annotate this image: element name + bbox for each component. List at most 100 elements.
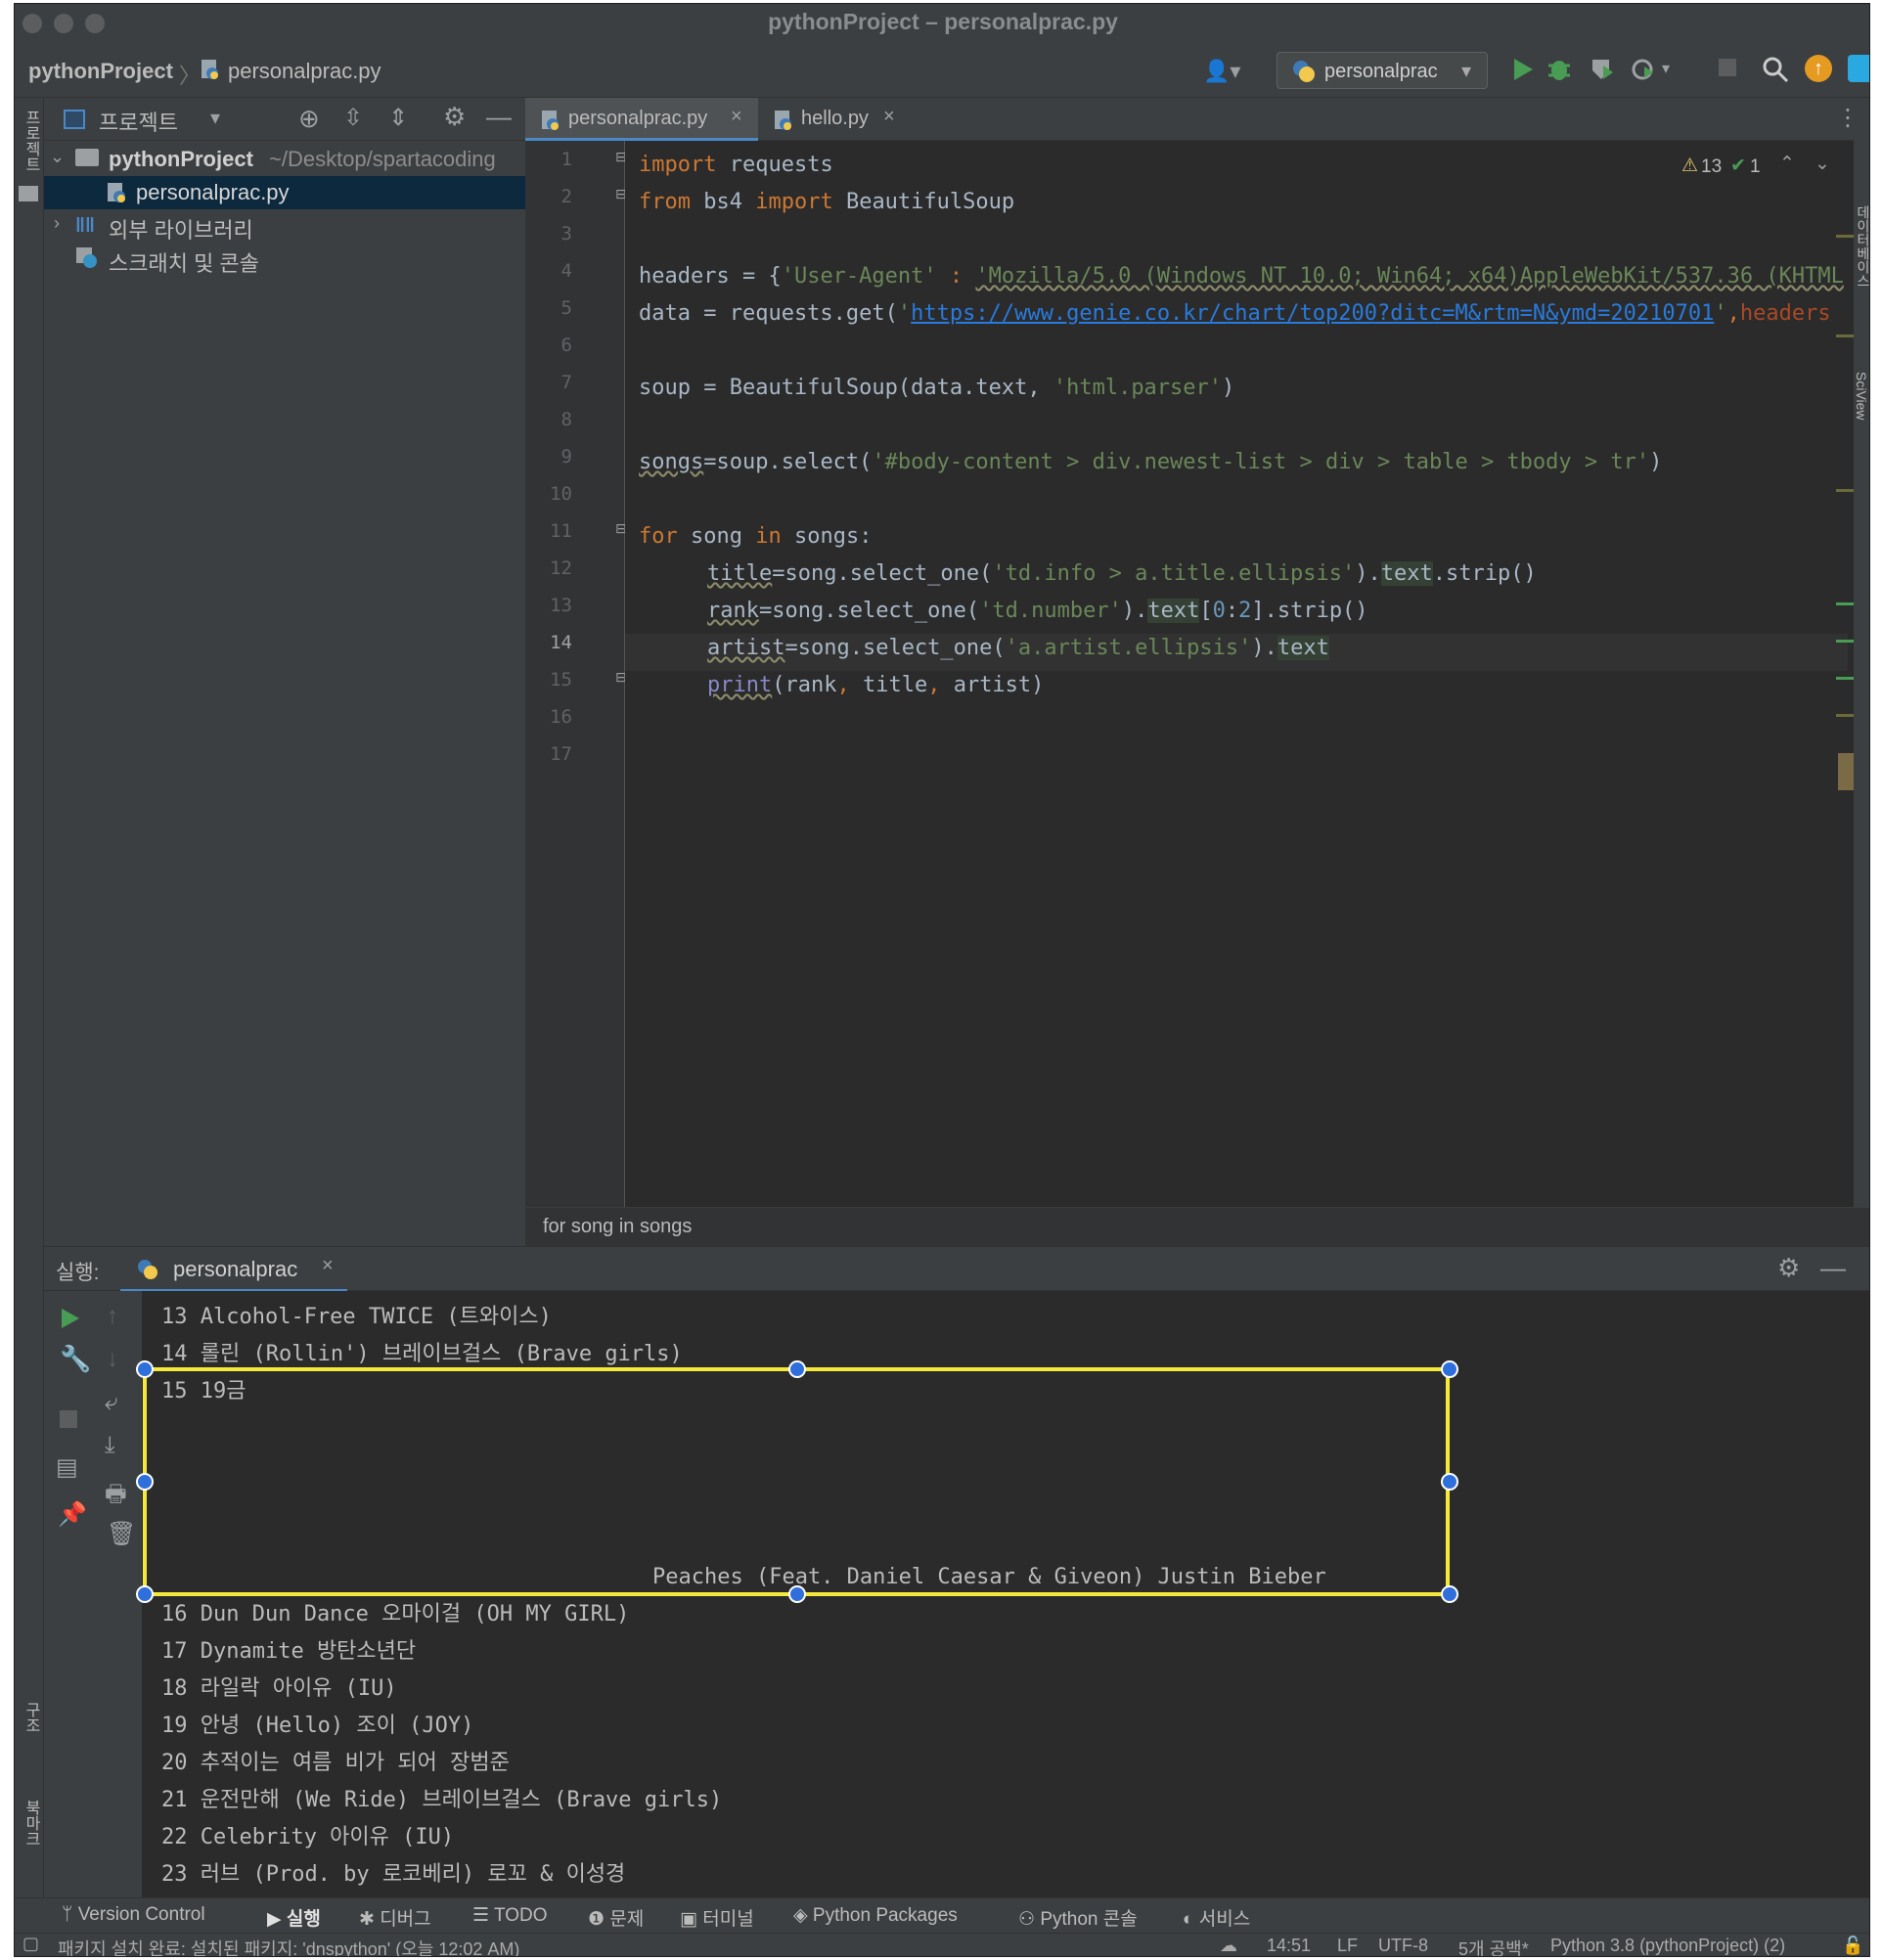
library-icon: ǁǁ: [75, 215, 95, 237]
collapse-all-icon[interactable]: ⇕: [388, 104, 408, 132]
chevron-down-icon[interactable]: ⌄: [1815, 153, 1830, 175]
chevron-down-icon[interactable]: ▾: [210, 106, 220, 130]
close-icon[interactable]: ×: [731, 106, 742, 128]
code-editor[interactable]: import requests from bs4 import Beautifu…: [625, 141, 1869, 1207]
resize-handle[interactable]: [136, 1585, 154, 1603]
run-config-select[interactable]: personalprac ▾: [1277, 52, 1488, 89]
tab-todo[interactable]: ☰ TODO: [472, 1904, 548, 1927]
resize-handle[interactable]: [1441, 1585, 1458, 1603]
debug-icon[interactable]: [1546, 56, 1572, 88]
locate-icon[interactable]: ⊕: [298, 104, 320, 134]
tree-root[interactable]: ⌄ pythonProject ~/Desktop/spartacoding: [44, 143, 525, 176]
stop-icon[interactable]: [1719, 59, 1736, 76]
coverage-icon[interactable]: [1590, 57, 1615, 87]
toggle-tool-windows-icon[interactable]: ▢: [22, 1934, 39, 1954]
chevron-up-icon[interactable]: ⌃: [1779, 153, 1795, 175]
change-marker[interactable]: [1836, 677, 1856, 680]
line-separator[interactable]: LF: [1337, 1936, 1358, 1956]
code-line-9: songs=soup.select('#body-content > div.n…: [639, 450, 1663, 474]
plugin-icon[interactable]: [1848, 55, 1869, 82]
arrow-up-icon[interactable]: ↑: [107, 1303, 118, 1330]
annotation-selection-box[interactable]: [143, 1367, 1450, 1596]
line-number: 6: [560, 334, 572, 356]
terminal-icon: ▣: [680, 1909, 703, 1930]
warning-marker[interactable]: [1836, 489, 1856, 492]
gear-icon[interactable]: ⚙: [443, 102, 466, 132]
change-marker[interactable]: [1836, 640, 1856, 643]
tree-external-libraries[interactable]: › ǁǁ 외부 라이브러리: [44, 209, 525, 243]
code-line-7: soup = BeautifulSoup(data.text, 'html.pa…: [639, 376, 1235, 400]
arrow-down-icon[interactable]: ↓: [107, 1346, 118, 1373]
hide-panel-icon[interactable]: —: [1820, 1253, 1846, 1283]
tab-hello[interactable]: hello.py ×: [758, 98, 915, 141]
tab-personalprac[interactable]: personalprac.py ×: [525, 98, 758, 141]
sync-icon[interactable]: ☁: [1220, 1936, 1237, 1956]
stop-icon[interactable]: [60, 1410, 77, 1428]
caret-position[interactable]: 14:51: [1267, 1936, 1311, 1956]
inspection-widget[interactable]: ⚠ 13 ✔ 1 ⌃ ⌄: [1681, 153, 1854, 182]
structure-tool-tab[interactable]: 구조: [19, 1702, 42, 1733]
pin-icon[interactable]: 📌: [58, 1500, 87, 1529]
update-icon[interactable]: ↑: [1805, 55, 1832, 82]
tab-services[interactable]: ◐ 서비스: [1183, 1904, 1250, 1931]
rerun-icon[interactable]: [60, 1307, 81, 1335]
gear-icon[interactable]: ⚙: [1777, 1253, 1800, 1283]
console-line: 20 추적이는 여름 비가 되어 장범준: [161, 1751, 510, 1775]
status-message[interactable]: 패키지 설치 완료: 설치된 패키지: 'dnspython' (오늘 12:0…: [58, 1936, 519, 1956]
database-tool-tab[interactable]: 데이터베이스: [1854, 205, 1869, 288]
close-icon[interactable]: ×: [322, 1255, 334, 1277]
tab-run[interactable]: ▶ 실행: [267, 1904, 321, 1931]
resize-handle[interactable]: [788, 1360, 806, 1378]
line-number: 3: [560, 223, 572, 245]
chevron-down-icon[interactable]: ⌄: [50, 147, 65, 167]
nav-file-crumb[interactable]: personalprac.py: [228, 59, 381, 84]
soft-wrap-icon[interactable]: ⤶: [105, 1389, 117, 1416]
resize-handle[interactable]: [1441, 1473, 1458, 1491]
warning-marker[interactable]: [1836, 235, 1856, 238]
tab-terminal[interactable]: ▣ 터미널: [680, 1904, 754, 1931]
nav-project-crumb[interactable]: pythonProject: [28, 59, 173, 84]
resize-handle[interactable]: [136, 1473, 154, 1491]
line-number: 1: [560, 149, 572, 170]
more-run-options-icon[interactable]: ▾: [1662, 59, 1670, 78]
wrench-icon[interactable]: 🔧: [60, 1344, 91, 1374]
resize-handle[interactable]: [136, 1360, 154, 1378]
search-icon[interactable]: [1762, 56, 1789, 88]
tab-python-console[interactable]: ⚇ Python 콘솔: [1018, 1904, 1138, 1931]
trash-icon[interactable]: 🗑: [107, 1520, 136, 1548]
tab-version-control[interactable]: ᛘ Version Control: [62, 1904, 205, 1926]
warning-marker[interactable]: [1836, 334, 1856, 337]
warning-marker[interactable]: [1836, 714, 1856, 717]
python-interpreter[interactable]: Python 3.8 (pythonProject) (2): [1550, 1936, 1785, 1956]
tab-python-packages[interactable]: ◈ Python Packages: [793, 1904, 958, 1927]
tab-debug[interactable]: ✱ 디버그: [359, 1904, 431, 1931]
close-icon[interactable]: ×: [883, 106, 895, 128]
code-breadcrumb[interactable]: for song in songs: [543, 1216, 692, 1238]
tree-scratches[interactable]: 스크래치 및 콘솔: [44, 243, 525, 276]
resize-handle[interactable]: [788, 1585, 806, 1603]
chevron-right-icon[interactable]: ›: [54, 213, 60, 234]
run-icon[interactable]: [1511, 57, 1535, 87]
code-line-12: title=song.select_one('td.info > a.title…: [707, 561, 1537, 586]
file-encoding[interactable]: UTF-8: [1378, 1936, 1428, 1956]
folder-icon[interactable]: [19, 186, 38, 201]
indent-setting[interactable]: 5개 공백*: [1458, 1936, 1529, 1956]
change-marker[interactable]: [1836, 602, 1856, 605]
bookmarks-tool-tab[interactable]: 북마크: [19, 1800, 42, 1847]
user-icon[interactable]: 👤▾: [1203, 59, 1240, 84]
tree-file-personalprac[interactable]: personalprac.py: [44, 176, 525, 209]
layout-icon[interactable]: ▤: [56, 1453, 78, 1482]
expand-all-icon[interactable]: ⇳: [343, 104, 363, 132]
run-tab-personalprac[interactable]: personalprac ×: [120, 1247, 347, 1292]
warning-count: 13: [1701, 156, 1723, 177]
scroll-to-end-icon[interactable]: ⤓: [105, 1432, 115, 1459]
tab-problems[interactable]: ❶ 문제: [588, 1904, 644, 1931]
project-view-label[interactable]: 프로젝트: [99, 106, 178, 137]
resize-handle[interactable]: [1441, 1360, 1458, 1378]
print-icon[interactable]: 🖶: [105, 1477, 127, 1517]
hide-panel-icon[interactable]: —: [486, 102, 512, 132]
profile-icon[interactable]: [1631, 57, 1656, 87]
sciview-tool-tab[interactable]: SciView: [1854, 372, 1869, 421]
project-tool-tab[interactable]: 프로젝트: [19, 110, 42, 172]
lock-icon[interactable]: 🔓: [1842, 1936, 1863, 1956]
